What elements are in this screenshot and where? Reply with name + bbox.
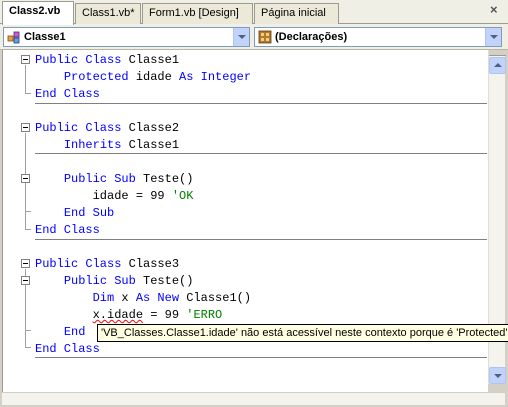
code-line: End Sub — [63, 206, 115, 220]
code-line: End Class — [35, 223, 100, 237]
code-line: x.idade = 99 'ERRO — [92, 308, 223, 322]
procedure-separator — [35, 153, 487, 154]
code-line: Public Class Classe3 — [35, 257, 180, 271]
collapse-icon[interactable] — [21, 259, 30, 268]
code-line: Public Sub Teste() — [63, 172, 194, 186]
tab-label: Página inicial — [261, 7, 326, 19]
method-name-combo[interactable]: (Declarações) — [254, 27, 502, 47]
procedure-separator — [35, 103, 487, 104]
procedure-separator — [35, 239, 487, 240]
outline-guide — [25, 330, 31, 331]
tab-pagina-inicial[interactable]: Página inicial — [254, 3, 339, 24]
outline-guide — [25, 93, 31, 94]
code-line: idade = 99 'OK — [92, 189, 194, 203]
code-line: End Class — [35, 342, 100, 356]
class-name-combo[interactable]: Classe1 — [3, 27, 250, 47]
close-icon[interactable]: × — [490, 3, 502, 16]
tab-form1-design[interactable]: Form1.vb [Design] — [142, 3, 253, 24]
chevron-down-icon[interactable] — [485, 28, 501, 46]
code-line: Protected idade As Integer — [63, 70, 252, 84]
method-name-value: (Declarações) — [275, 31, 348, 43]
tab-class2-vb[interactable]: Class2.vb — [2, 1, 74, 25]
outline-gutter — [3, 50, 35, 392]
scroll-down-button[interactable] — [489, 367, 506, 384]
code-line: End Class — [35, 87, 100, 101]
collapse-icon[interactable] — [21, 55, 30, 64]
error-tooltip: 'VB_Classes.Classe1.idade' não está aces… — [97, 324, 508, 342]
horizontal-scrollbar[interactable] — [2, 392, 505, 405]
tab-label: Class1.vb* — [82, 7, 135, 19]
splitter-handle[interactable] — [489, 50, 506, 56]
document-tab-strip: Class2.vb Class1.vb* Form1.vb [Design] P… — [0, 0, 508, 25]
outline-guide — [25, 229, 31, 230]
chevron-down-icon[interactable] — [233, 28, 249, 46]
tab-label: Form1.vb [Design] — [149, 7, 239, 19]
code-line: Public Class Classe2 — [35, 121, 180, 135]
collapse-icon[interactable] — [21, 276, 30, 285]
class-name-value: Classe1 — [24, 31, 66, 43]
outline-guide — [25, 65, 26, 93]
code-line: End — [63, 325, 86, 339]
declarations-icon — [258, 30, 272, 44]
code-line: Public Sub Teste() — [63, 274, 194, 288]
procedure-separator — [35, 357, 487, 358]
class-icon — [7, 31, 20, 44]
outline-guide — [25, 347, 31, 348]
tab-class1-vb[interactable]: Class1.vb* — [75, 3, 141, 24]
error-squiggle: x.idade — [92, 308, 144, 322]
code-line: Inherits Classe1 — [63, 138, 180, 152]
collapse-icon[interactable] — [21, 123, 30, 132]
scroll-up-button[interactable] — [489, 57, 506, 74]
code-line: Public Class Classe1 — [35, 53, 180, 67]
outline-guide — [25, 211, 31, 212]
tab-label: Class2.vb — [9, 5, 61, 17]
navigation-bar: Classe1 (Declarações) — [0, 24, 508, 50]
collapse-icon[interactable] — [21, 174, 30, 183]
code-line: Dim x As New Classe1() — [92, 291, 252, 305]
